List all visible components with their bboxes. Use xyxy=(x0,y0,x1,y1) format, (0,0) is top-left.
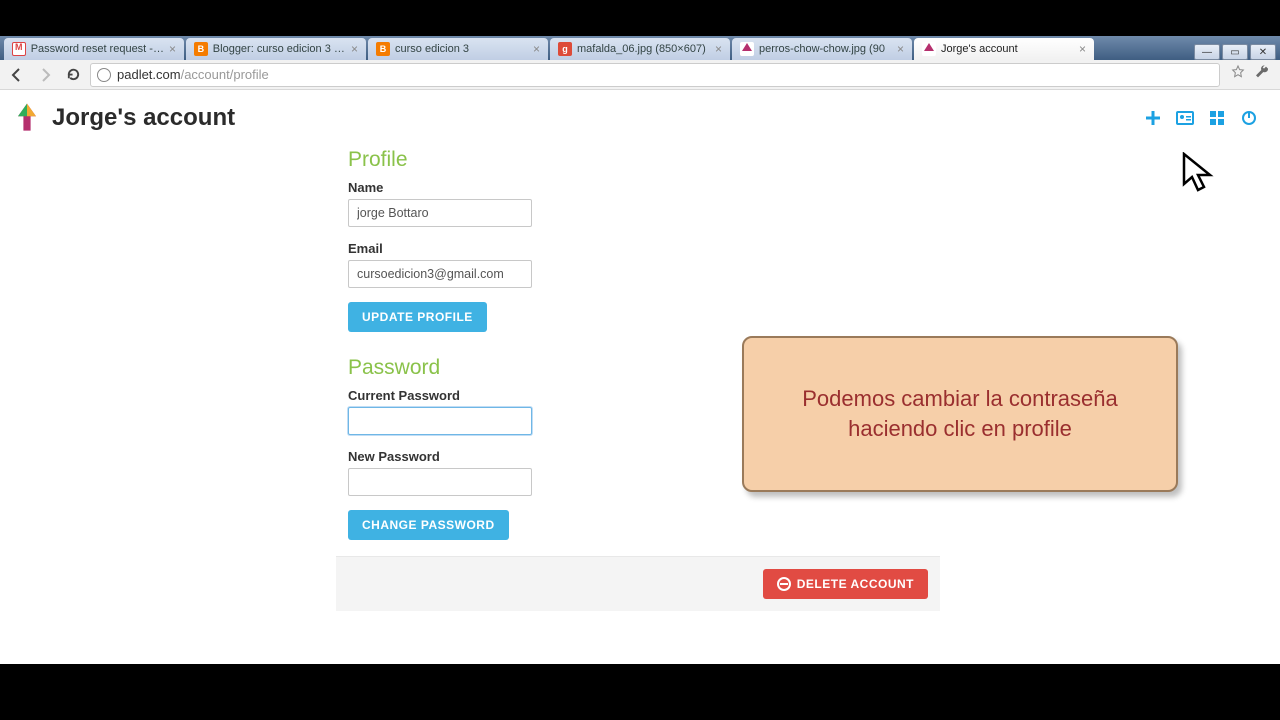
tutorial-callout: Podemos cambiar la contraseña haciendo c… xyxy=(742,336,1178,492)
url-input[interactable]: padlet.com/account/profile xyxy=(90,63,1220,87)
letterbox-top xyxy=(0,0,1280,36)
current-password-input[interactable] xyxy=(348,407,532,435)
tab-label: Jorge's account xyxy=(941,43,1018,55)
browser-tab[interactable]: Bcurso edicion 3 × xyxy=(368,38,548,60)
tab-label: mafalda_06.jpg (850×607) xyxy=(577,43,706,55)
email-input[interactable] xyxy=(348,260,532,288)
no-entry-icon xyxy=(777,577,791,591)
address-bar: padlet.com/account/profile xyxy=(0,60,1280,90)
name-label: Name xyxy=(348,180,928,195)
wrench-icon[interactable] xyxy=(1254,64,1270,85)
tab-label: curso edicion 3 xyxy=(395,43,469,55)
plus-icon[interactable] xyxy=(1144,109,1162,127)
tab-close-icon[interactable]: × xyxy=(1079,42,1086,56)
change-password-button[interactable]: CHANGE PASSWORD xyxy=(348,510,509,540)
update-profile-button[interactable]: UPDATE PROFILE xyxy=(348,302,487,332)
browser-tab[interactable]: B Blogger: curso edicion 3 - V × xyxy=(186,38,366,60)
page-body: Jorge's account Profile Name Email xyxy=(0,90,1280,664)
close-window-button[interactable]: ✕ xyxy=(1250,44,1276,60)
tab-close-icon[interactable]: × xyxy=(533,42,540,56)
tab-close-icon[interactable]: × xyxy=(169,42,176,56)
name-input[interactable] xyxy=(348,199,532,227)
tab-label: Blogger: curso edicion 3 - V xyxy=(213,43,346,55)
letterbox-bottom xyxy=(0,664,1280,720)
new-password-input[interactable] xyxy=(348,468,532,496)
tab-close-icon[interactable]: × xyxy=(351,42,358,56)
cursor-icon xyxy=(1182,152,1218,194)
power-icon[interactable] xyxy=(1240,109,1258,127)
browser-tab[interactable]: Password reset request - cu × xyxy=(4,38,184,60)
gmail-favicon-icon xyxy=(12,42,26,56)
google-favicon-icon: g xyxy=(558,42,572,56)
maximize-button[interactable]: ▭ xyxy=(1222,44,1248,60)
browser-tab[interactable]: g mafalda_06.jpg (850×607) × xyxy=(550,38,730,60)
bookmark-star-icon[interactable] xyxy=(1230,64,1246,85)
forward-button xyxy=(34,64,56,86)
reload-button[interactable] xyxy=(62,64,84,86)
id-card-icon[interactable] xyxy=(1176,109,1194,127)
window-controls: — ▭ ✕ xyxy=(1192,44,1276,60)
profile-heading: Profile xyxy=(348,148,928,172)
app-header: Jorge's account xyxy=(0,90,1280,140)
globe-icon xyxy=(97,68,111,82)
tab-label: Password reset request - cu xyxy=(31,43,164,55)
delete-account-label: DELETE ACCOUNT xyxy=(797,577,914,591)
minimize-button[interactable]: — xyxy=(1194,44,1220,60)
padlet-favicon-icon xyxy=(740,42,754,56)
page-title: Jorge's account xyxy=(52,104,235,132)
header-actions xyxy=(1144,109,1272,127)
browser-tab[interactable]: perros-chow-chow.jpg (90 × xyxy=(732,38,912,60)
browser-tab[interactable]: Jorge's account × xyxy=(914,38,1094,60)
tab-close-icon[interactable]: × xyxy=(897,42,904,56)
back-button[interactable] xyxy=(6,64,28,86)
callout-text: Podemos cambiar la contraseña haciendo c… xyxy=(764,384,1156,443)
browser-chrome: Password reset request - cu × B Blogger: cu… xyxy=(0,36,1280,664)
padlet-favicon-icon xyxy=(922,42,936,56)
blogger-favicon-icon: B xyxy=(376,42,390,56)
url-path: /account/profile xyxy=(181,67,269,82)
blogger-favicon-icon: B xyxy=(194,42,208,56)
grid-icon[interactable] xyxy=(1208,109,1226,127)
email-label: Email xyxy=(348,241,928,256)
url-host: padlet.com xyxy=(117,67,181,82)
delete-account-button[interactable]: DELETE ACCOUNT xyxy=(763,569,928,599)
card-footer: DELETE ACCOUNT xyxy=(336,556,940,611)
padlet-logo-icon[interactable] xyxy=(8,100,46,136)
tab-bar: Password reset request - cu × B Blogger: cu… xyxy=(0,36,1280,60)
tab-label: perros-chow-chow.jpg (90 xyxy=(759,43,885,55)
tab-close-icon[interactable]: × xyxy=(715,42,722,56)
